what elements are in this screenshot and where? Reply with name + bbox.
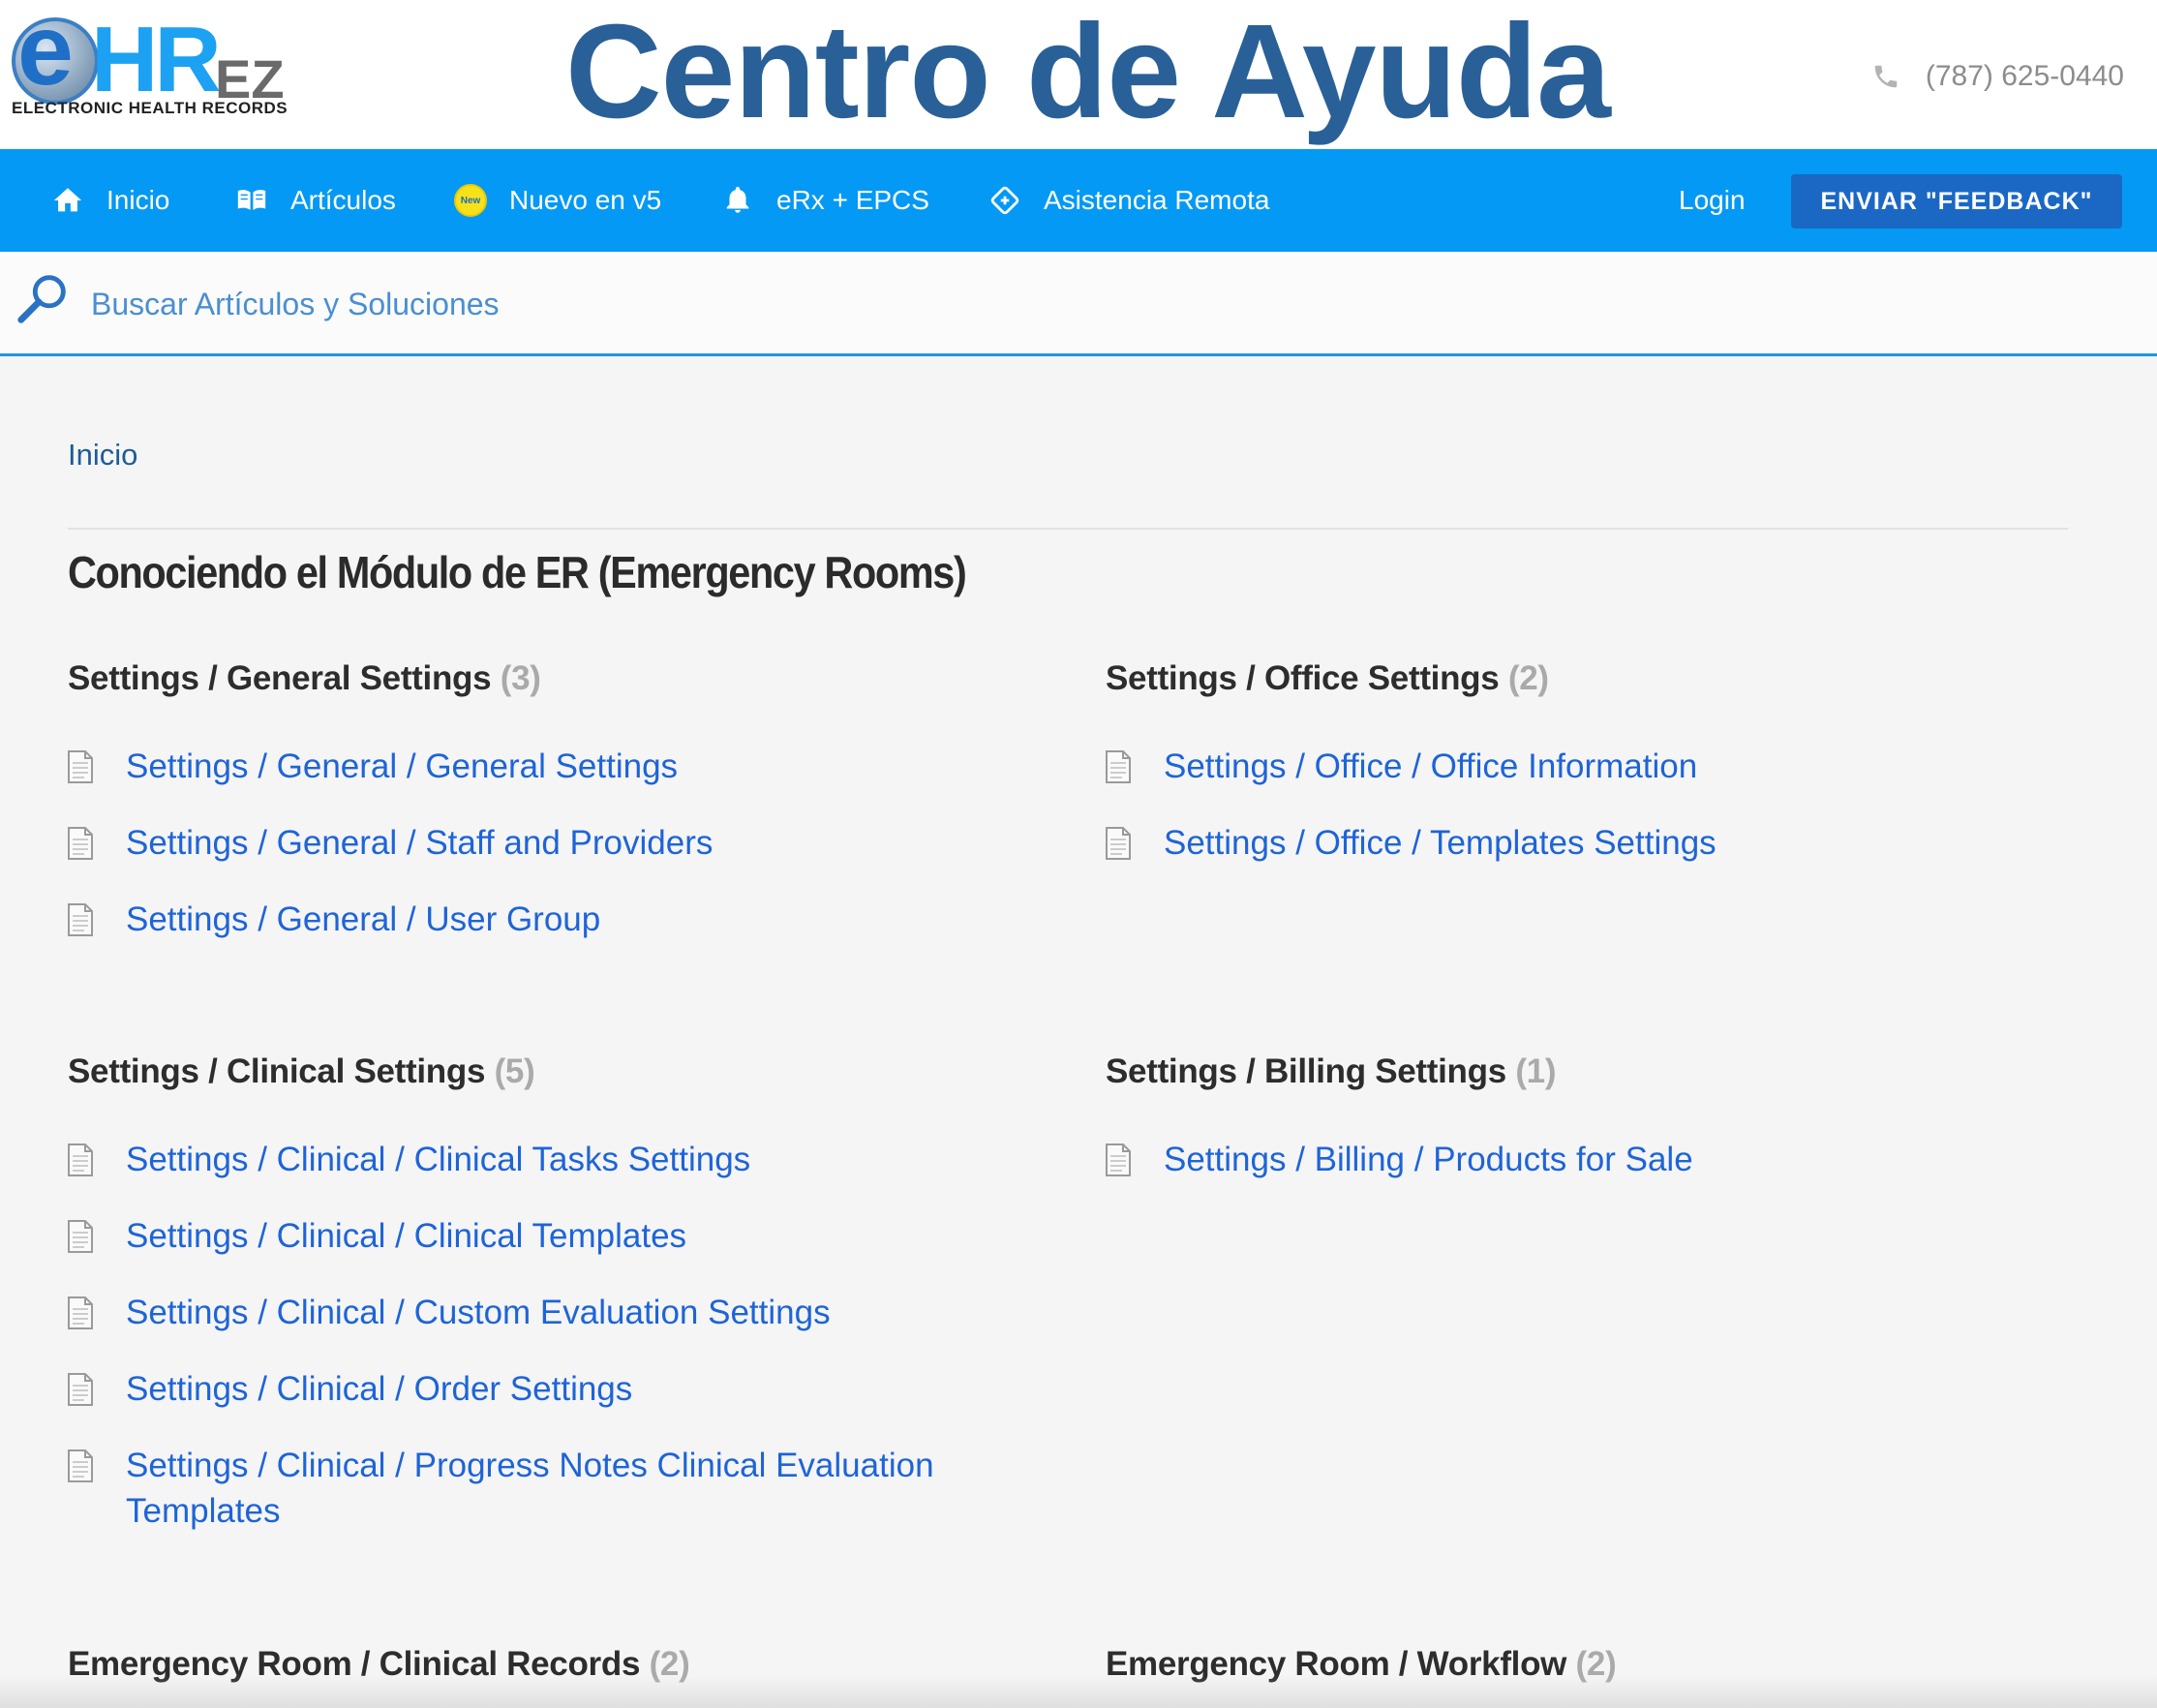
article-count: (2) bbox=[1507, 659, 1549, 697]
search-icon bbox=[17, 275, 66, 323]
document-icon bbox=[68, 1296, 93, 1329]
document-icon bbox=[68, 1144, 93, 1176]
article-list: Settings / Billing / Products for Sale bbox=[1106, 1137, 2074, 1182]
remote-icon bbox=[987, 183, 1022, 218]
phone-contact[interactable]: (787) 625-0440 bbox=[1871, 60, 2124, 93]
article-count: (5) bbox=[494, 1052, 535, 1090]
site-title: Centro de Ayuda bbox=[565, 0, 1611, 146]
new-badge-icon: New bbox=[453, 183, 488, 218]
article-link[interactable]: Settings / Office / Templates Settings bbox=[1106, 820, 2074, 866]
article-link[interactable]: Settings / General / General Settings bbox=[68, 744, 1036, 789]
document-icon bbox=[1106, 827, 1131, 860]
document-icon bbox=[68, 1449, 93, 1482]
nav-label: Nuevo en v5 bbox=[509, 185, 662, 215]
article-link[interactable]: Settings / General / Staff and Providers bbox=[68, 820, 1036, 866]
article-link[interactable]: Settings / General / User Group bbox=[68, 897, 1036, 942]
nav-label: Artículos bbox=[290, 185, 396, 215]
logo-subtitle: ELECTRONIC HEALTH RECORDS bbox=[12, 99, 289, 117]
document-icon bbox=[68, 1373, 93, 1406]
document-icon bbox=[68, 1220, 93, 1253]
article-list: Settings / Office / Office Information S… bbox=[1106, 744, 2074, 866]
section-er-workflow: Emergency Room / Workflow (2) bbox=[1106, 1642, 2074, 1687]
article-count: (1) bbox=[1515, 1052, 1557, 1090]
section-billing-settings: Settings / Billing Settings (1) Settings… bbox=[1106, 1050, 2074, 1213]
article-link[interactable]: Settings / Clinical / Clinical Templates bbox=[68, 1213, 1036, 1259]
breadcrumb-inicio[interactable]: Inicio bbox=[68, 438, 137, 473]
article-list: Settings / General / General Settings Se… bbox=[68, 744, 1036, 942]
book-icon bbox=[234, 183, 269, 218]
nav-label: Inicio bbox=[106, 185, 170, 215]
nav-item-asistencia-remota[interactable]: Asistencia Remota bbox=[987, 149, 1269, 252]
site-header: e HR EZ ELECTRONIC HEALTH RECORDS Centro… bbox=[0, 0, 2157, 149]
section-title[interactable]: Settings / Clinical Settings (5) bbox=[68, 1050, 1036, 1094]
logo-hr-text: HR bbox=[91, 8, 222, 111]
section-title[interactable]: Settings / Billing Settings (1) bbox=[1106, 1050, 2074, 1094]
section-clinical-settings: Settings / Clinical Settings (5) Setting… bbox=[68, 1050, 1036, 1565]
section-office-settings: Settings / Office Settings (2) Settings … bbox=[1106, 656, 2074, 897]
nav-label: eRx + EPCS bbox=[776, 185, 929, 215]
article-link[interactable]: Settings / Office / Office Information bbox=[1106, 744, 2074, 789]
section-title[interactable]: Emergency Room / Workflow (2) bbox=[1106, 1642, 2074, 1687]
nav-item-articulos[interactable]: Artículos bbox=[234, 149, 396, 252]
home-icon bbox=[50, 183, 85, 218]
page-title: Conociendo el Módulo de ER (Emergency Ro… bbox=[68, 547, 967, 597]
section-title[interactable]: Settings / General Settings (3) bbox=[68, 656, 1036, 701]
logo-e-text: e bbox=[17, 0, 74, 107]
document-icon bbox=[1106, 750, 1131, 783]
search-input[interactable] bbox=[89, 275, 1638, 333]
nav-item-nuevo-v5[interactable]: New Nuevo en v5 bbox=[453, 149, 661, 252]
article-count: (2) bbox=[649, 1645, 690, 1683]
article-link[interactable]: Settings / Billing / Products for Sale bbox=[1106, 1137, 2074, 1182]
ehrez-logo[interactable]: e HR EZ ELECTRONIC HEALTH RECORDS bbox=[8, 0, 298, 121]
article-count: (3) bbox=[500, 659, 541, 697]
nav-label: Asistencia Remota bbox=[1044, 185, 1270, 215]
article-count: (2) bbox=[1575, 1645, 1617, 1683]
article-link[interactable]: Settings / Clinical / Order Settings bbox=[68, 1366, 1036, 1412]
article-link[interactable]: Settings / Clinical / Clinical Tasks Set… bbox=[68, 1137, 1036, 1182]
section-general-settings: Settings / General Settings (3) Settings… bbox=[68, 656, 1036, 973]
login-link[interactable]: Login bbox=[1679, 149, 1746, 252]
document-icon bbox=[68, 827, 93, 860]
article-link[interactable]: Settings / Clinical / Custom Evaluation … bbox=[68, 1290, 1036, 1335]
search-bar bbox=[0, 252, 2157, 356]
article-link[interactable]: Settings / Clinical / Progress Notes Cli… bbox=[68, 1443, 978, 1534]
nav-item-erx-epcs[interactable]: eRx + EPCS bbox=[720, 149, 929, 252]
phone-icon bbox=[1874, 65, 1898, 88]
breadcrumb-divider bbox=[68, 528, 2068, 530]
phone-number: (787) 625-0440 bbox=[1925, 60, 2124, 92]
section-title[interactable]: Emergency Room / Clinical Records (2) bbox=[68, 1642, 1036, 1687]
section-title[interactable]: Settings / Office Settings (2) bbox=[1106, 656, 2074, 701]
article-list: Settings / Clinical / Clinical Tasks Set… bbox=[68, 1137, 1036, 1534]
bell-icon bbox=[720, 183, 755, 218]
section-er-clinical-records: Emergency Room / Clinical Records (2) bbox=[68, 1642, 1036, 1687]
document-icon bbox=[68, 750, 93, 783]
nav-item-inicio[interactable]: Inicio bbox=[50, 149, 169, 252]
document-icon bbox=[1106, 1144, 1131, 1176]
document-icon bbox=[68, 903, 93, 936]
feedback-button[interactable]: ENVIAR "FEEDBACK" bbox=[1791, 174, 2122, 229]
